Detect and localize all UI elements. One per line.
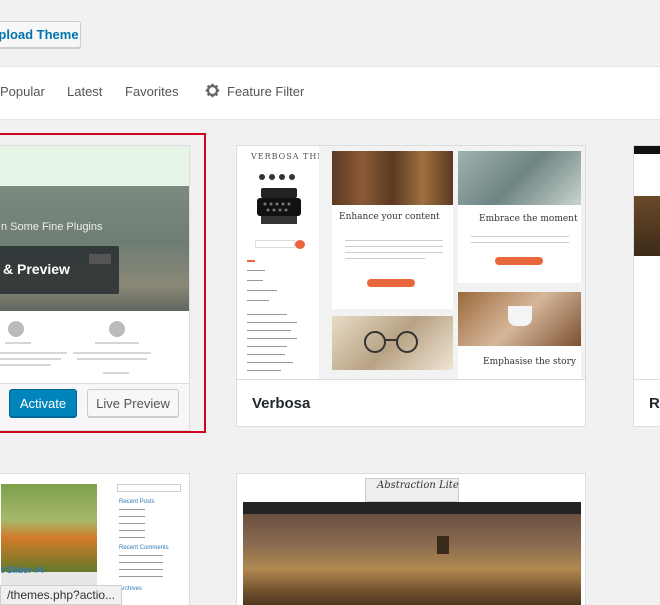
verbosa-post1-title: Enhance your content xyxy=(339,212,440,222)
selected-theme-highlight xyxy=(0,133,206,433)
filter-favorites-link[interactable]: Favorites xyxy=(125,84,178,99)
verbosa-post3-title: Emphasise the story xyxy=(483,357,576,367)
abstraction-title: Abstraction Lite xyxy=(377,480,459,491)
theme-card-partial-right[interactable] xyxy=(633,145,660,427)
live-preview-button[interactable]: Live Preview xyxy=(87,389,179,417)
typewriter-image xyxy=(257,188,301,224)
upload-theme-button[interactable]: Upload Theme xyxy=(0,21,81,48)
glasses-image xyxy=(364,331,418,353)
verbosa-post2-title: Embrace the moment xyxy=(479,214,578,224)
verbosa-screenshot: VERBOSA THEME Enhance your content Embra… xyxy=(237,146,585,380)
filter-latest-link[interactable]: Latest xyxy=(67,84,102,99)
theme-card-verbosa[interactable]: VERBOSA THEME Enhance your content Embra… xyxy=(236,145,586,427)
filter-popular-link[interactable]: Popular xyxy=(0,84,45,99)
theme-card-abstraction-lite[interactable]: Abstraction Lite xyxy=(236,473,586,605)
feature-filter-button[interactable]: Feature Filter xyxy=(227,84,304,99)
theme-filter-bar: Popular Latest Favorites Feature Filter xyxy=(0,66,660,120)
theme-name-verbosa[interactable]: Verbosa xyxy=(252,395,310,412)
activate-button[interactable]: Activate xyxy=(9,389,77,417)
gear-icon xyxy=(205,83,220,98)
search-icon xyxy=(295,240,305,249)
theme-name-partial-right[interactable]: Re xyxy=(649,395,660,412)
slider-caption: t Slider #4 xyxy=(1,565,45,575)
status-bar-url: /themes.php?actio... xyxy=(0,585,123,605)
